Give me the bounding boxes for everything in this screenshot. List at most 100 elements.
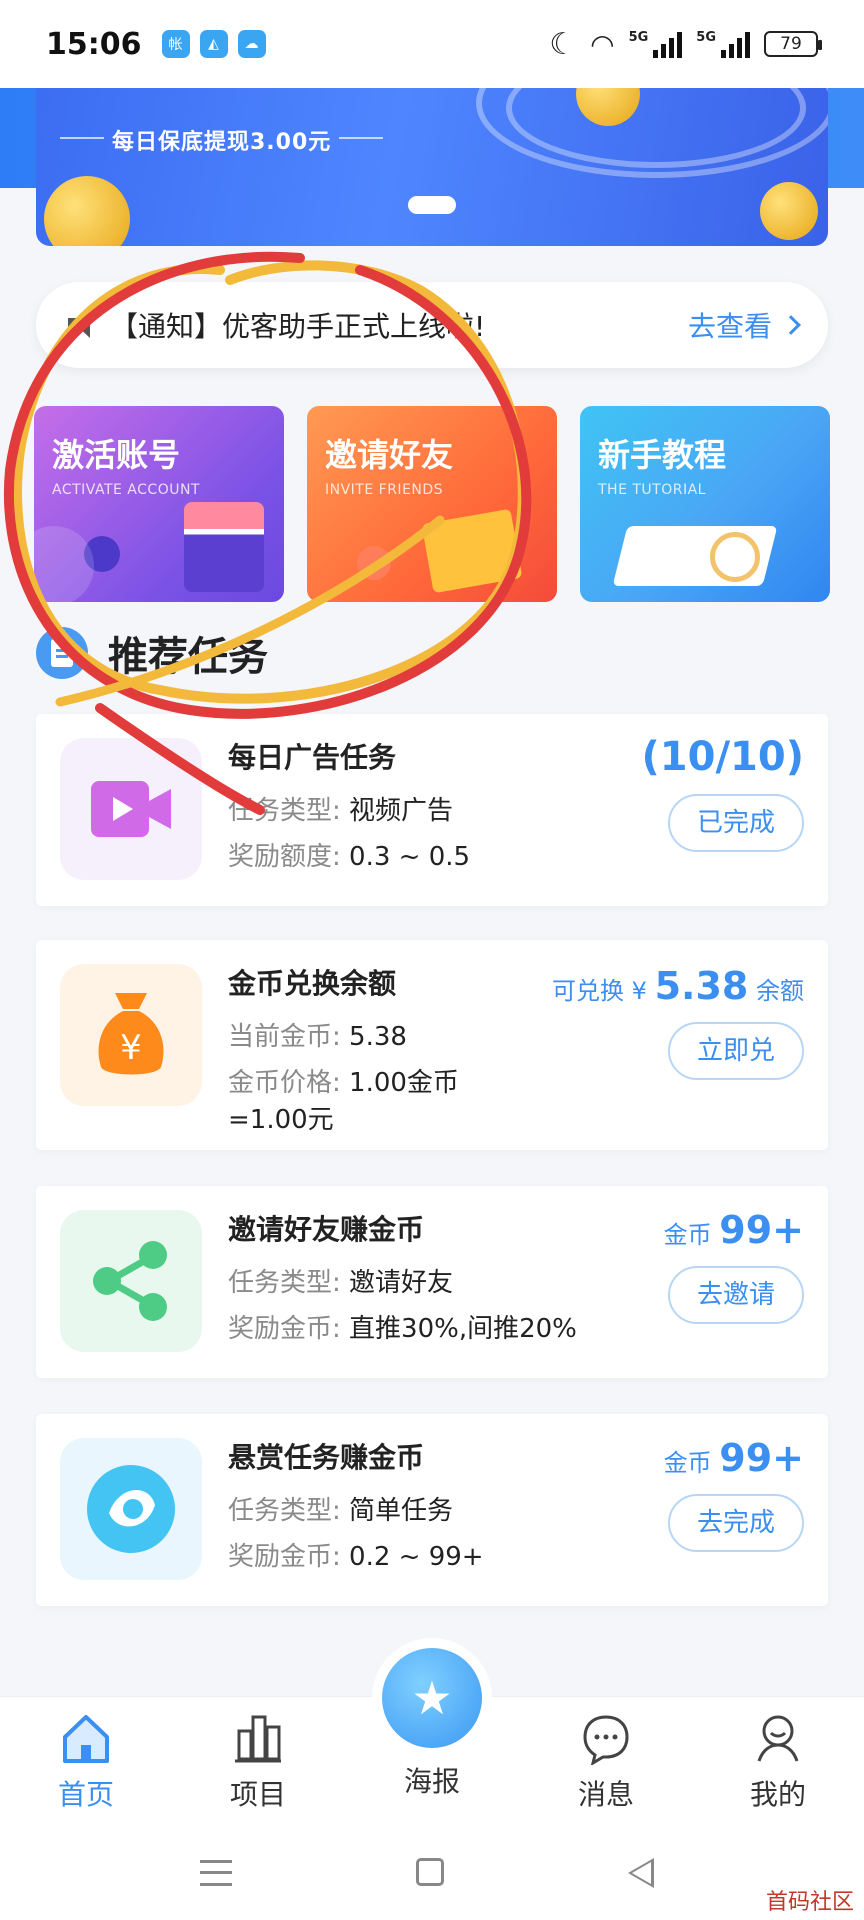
task-progress-badge: (10/10) [641,734,805,780]
app-screen: 15:06 帐 ◭ ☁ ☾ ◠ 5G 5G 79 每日保底提现3.00元 【通知… [0,0,864,1920]
signal-icon: 5G [696,30,750,58]
tab-label: 首页 [57,1778,114,1811]
task-info: 邀请好友赚金币 任务类型: 邀请好友 奖励金币: 直推30%,间推20% [228,1208,577,1352]
task-row-key: 任务类型: [228,796,341,826]
completed-button[interactable]: 已完成 [668,794,804,852]
task-row-extra: =1.00元 [228,1105,334,1135]
amount-suffix: 余额 [756,977,804,1005]
decor-circle [34,526,94,602]
task-info: 金币兑换余额 当前金币: 5.38 金币价格: 1.00金币 =1.00元 [228,962,459,1134]
task-title: 邀请好友赚金币 [228,1213,425,1246]
magnifier-illustration [710,532,760,582]
svg-text:¥: ¥ [120,1028,142,1068]
task-title: 金币兑换余额 [228,967,397,1000]
task-row: 任务类型: 邀请好友 [228,1260,577,1306]
clipboard-icon [36,627,88,679]
tab-label: 消息 [577,1778,634,1811]
task-card-ad[interactable]: 每日广告任务 任务类型: 视频广告 奖励额度: 0.3 ~ 0.5 (10/10… [36,714,828,906]
task-row: 金币价格: 1.00金币 [228,1060,459,1106]
moon-icon: ☾ [549,26,577,62]
task-row: 奖励额度: 0.3 ~ 0.5 [228,834,470,880]
app-notification-icon: 帐 [161,30,190,58]
tutorial-card[interactable]: 新手教程 THE TUTORIAL [580,406,830,602]
tab-projects[interactable]: 项目 [198,1711,318,1813]
promo-banner[interactable]: 每日保底提现3.00元 [36,88,828,246]
task-row-value: 直推30%,间推20% [349,1314,577,1344]
tab-home[interactable]: 首页 [26,1711,146,1813]
signal-icon: 5G [629,30,683,58]
activate-account-card[interactable]: 激活账号 ACTIVATE ACCOUNT [34,406,284,602]
battery-icon: 79 [764,31,822,57]
status-bar: 15:06 帐 ◭ ☁ ☾ ◠ 5G 5G 79 [0,0,864,88]
tab-profile[interactable]: 我的 [718,1711,838,1813]
menu-icon[interactable] [200,1860,232,1886]
task-row-value: 5.38 [349,1022,407,1052]
feature-subtitle: THE TUTORIAL [598,482,706,498]
task-row-value: 视频广告 [349,796,454,826]
money-bag-icon: ¥ [60,964,202,1106]
task-row: 当前金币: 5.38 [228,1014,459,1060]
amount-value: 99+ [719,1208,804,1252]
exchange-amount: 可兑换 ¥ 5.38 余额 [552,964,804,1008]
poster-label: 海报 [403,1765,460,1798]
task-title: 每日广告任务 [228,741,397,774]
section-heading: 推荐任务 [36,624,268,682]
exchange-now-button[interactable]: 立即兑 [668,1022,804,1080]
watermark: 首码社区 [765,1890,854,1915]
coin-icon [44,176,130,246]
notice-bar[interactable]: 【通知】优客助手正式上线啦! 去查看 [36,282,828,368]
task-row: 奖励金币: 0.2 ~ 99+ [228,1534,484,1580]
tab-label: 我的 [749,1778,806,1811]
amount-value: 5.38 [654,964,749,1008]
task-actions: 可兑换 ¥ 5.38 余额 立即兑 [552,964,804,1080]
back-triangle-icon[interactable] [628,1858,654,1888]
invite-friends-card[interactable]: 邀请好友 INVITE FRIENDS [307,406,557,602]
complete-button[interactable]: 去完成 [668,1494,804,1552]
amount-prefix: 金币 [663,1221,712,1249]
task-row-value: 1.00金币 [349,1068,459,1098]
share-icon [60,1210,202,1352]
notice-view-link[interactable]: 去查看 [688,305,801,345]
tab-messages[interactable]: 消息 [546,1711,666,1813]
status-app-icons: 帐 ◭ ☁ [161,30,266,58]
task-card-invite[interactable]: 邀请好友赚金币 任务类型: 邀请好友 奖励金币: 直推30%,间推20% 金币 … [36,1186,828,1378]
invite-button[interactable]: 去邀请 [668,1266,804,1324]
feature-title: 激活账号 [52,436,181,474]
feature-subtitle: INVITE FRIENDS [325,482,444,498]
section-title: 推荐任务 [108,634,268,680]
reward-amount: 金币 99+ [664,1436,804,1480]
reward-amount: 金币 99+ [664,1208,804,1252]
task-info: 悬赏任务赚金币 任务类型: 简单任务 奖励金币: 0.2 ~ 99+ [228,1436,484,1580]
buildings-icon [231,1711,285,1765]
task-row-value: 简单任务 [349,1496,454,1526]
speaker-icon [66,310,96,340]
task-card-bounty[interactable]: 悬赏任务赚金币 任务类型: 简单任务 奖励金币: 0.2 ~ 99+ 金币 99… [36,1414,828,1606]
system-nav-bar: 首码社区 [0,1830,864,1920]
task-card-exchange[interactable]: ¥ 金币兑换余额 当前金币: 5.38 金币价格: 1.00金币 =1.00元 … [36,940,828,1150]
notice-text: 【通知】优客助手正式上线啦! [110,310,486,343]
task-row: 任务类型: 视频广告 [228,788,470,834]
amount-prefix: 可兑换 ¥ [552,977,647,1005]
task-actions: 金币 99+ 去邀请 [664,1208,804,1324]
task-row-key: 当前金币: [228,1022,341,1052]
task-title: 悬赏任务赚金币 [228,1441,425,1474]
task-row-key: 任务类型: [228,1496,341,1526]
task-actions: (10/10) 已完成 [641,734,805,852]
banner-text: 每日保底提现3.00元 [59,124,384,156]
task-row-key: 奖励金币: [228,1542,341,1572]
house-icon [59,1711,113,1765]
wifi-icon: ◠ [590,27,615,61]
status-time: 15:06 [46,26,142,62]
amount-prefix: 金币 [663,1449,712,1477]
eye-icon [60,1438,202,1580]
chat-icon [579,1711,633,1767]
home-square-icon[interactable] [416,1858,444,1886]
video-icon [60,738,202,880]
task-row-key: 任务类型: [228,1268,341,1298]
task-row: 奖励金币: 直推30%,间推20% [228,1306,577,1352]
poster-button[interactable]: ★ [382,1648,482,1748]
task-info: 每日广告任务 任务类型: 视频广告 奖励额度: 0.3 ~ 0.5 [228,736,470,880]
task-row-value: 0.2 ~ 99+ [349,1542,484,1572]
cloud-notification-icon: ☁ [237,30,266,58]
feature-title: 新手教程 [598,436,727,474]
